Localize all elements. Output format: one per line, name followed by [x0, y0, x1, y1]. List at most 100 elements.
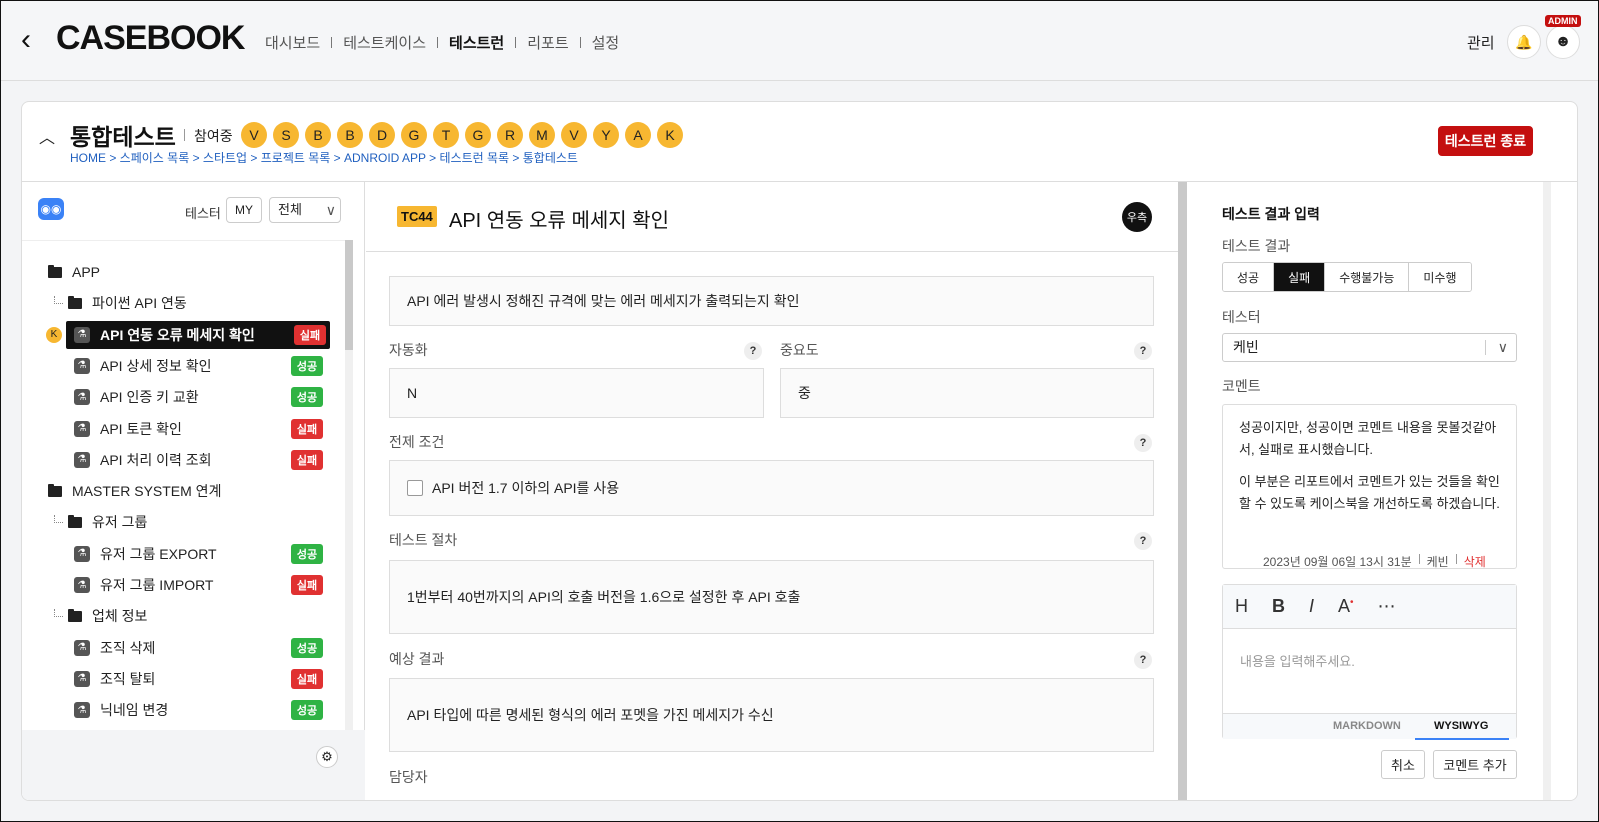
participant-avatar[interactable]: T: [433, 122, 459, 148]
participant-avatar[interactable]: V: [241, 122, 267, 148]
importance-label: 중요도: [780, 342, 819, 358]
chevron-up-icon[interactable]: ︿: [39, 124, 55, 148]
help-icon[interactable]: ?: [1134, 532, 1152, 550]
back-icon[interactable]: ‹: [21, 25, 43, 55]
status-badge: 성공: [291, 700, 323, 721]
meta-separator: [1418, 554, 1420, 564]
importance-value: 중: [780, 368, 1154, 418]
editor-placeholder[interactable]: 내용을 입력해주세요.: [1240, 651, 1355, 670]
bold-icon[interactable]: B: [1272, 596, 1285, 617]
bell-icon[interactable]: 🔔: [1507, 25, 1541, 59]
nav-reports[interactable]: 리포트: [527, 32, 568, 53]
tree-case[interactable]: ⚗ API 처리 이력 조회 실패: [66, 446, 327, 474]
participant-avatar[interactable]: A: [625, 122, 651, 148]
my-filter-button[interactable]: MY: [226, 197, 262, 223]
result-label: 테스트 결과: [1222, 238, 1291, 254]
result-option-untested[interactable]: 미수행: [1409, 263, 1471, 291]
flask-icon: ⚗: [74, 420, 90, 437]
heading-icon[interactable]: H: [1235, 596, 1248, 617]
result-option-pass[interactable]: 성공: [1223, 263, 1275, 291]
tree-label: API 처리 이력 조회: [100, 451, 212, 468]
participant-avatar[interactable]: Y: [593, 122, 619, 148]
tree-case[interactable]: ⚗ API 토큰 확인 실패: [66, 415, 327, 443]
participant-avatar[interactable]: M: [529, 122, 555, 148]
participant-avatar[interactable]: K: [657, 122, 683, 148]
tester-label: 테스터: [1222, 309, 1261, 325]
gear-icon[interactable]: ⚙: [316, 746, 338, 768]
help-icon[interactable]: ?: [744, 342, 762, 360]
result-option-fail[interactable]: 실패: [1274, 263, 1326, 291]
participant-avatar[interactable]: B: [337, 122, 363, 148]
text-color-icon[interactable]: A•: [1338, 596, 1354, 617]
flask-icon: ⚗: [74, 670, 90, 687]
logo[interactable]: CASEBOOK: [56, 19, 245, 58]
robot-icon[interactable]: ◉◉: [38, 198, 64, 220]
tree-case[interactable]: ⚗ API 연동 오류 메세지 확인 실패: [66, 320, 330, 349]
tree-folder[interactable]: 파이썬 API 연동: [54, 289, 327, 317]
detail-scrollbar[interactable]: [1178, 182, 1187, 800]
cancel-button[interactable]: 취소: [1381, 750, 1425, 779]
tree-connector: [54, 609, 63, 618]
chevron-down-icon: ∨: [325, 202, 336, 218]
participant-avatar[interactable]: V: [561, 122, 587, 148]
breadcrumb[interactable]: HOME > 스페이스 목록 > 스타트업 > 프로젝트 목록 > ADNROI…: [70, 149, 578, 166]
status-badge: 실패: [291, 418, 323, 439]
tree-label: API 인증 키 교환: [100, 389, 199, 406]
tree-case[interactable]: ⚗ 닉네임 변경 성공: [66, 696, 327, 724]
nav-testruns[interactable]: 테스트런: [449, 32, 504, 53]
nav-testcases[interactable]: 테스트케이스: [343, 32, 426, 53]
expected-value: API 타입에 따른 명세된 형식의 에러 포멧을 가진 메세지가 수신: [389, 678, 1154, 752]
tree-folder[interactable]: APP: [48, 258, 327, 286]
comment-item: 성공이지만, 성공이면 코멘트 내용을 못볼것같아서, 실패로 표시했습니다. …: [1222, 404, 1517, 569]
tree-case[interactable]: ⚗ API 인증 키 교환 성공: [66, 383, 327, 411]
result-scrollbar[interactable]: [1543, 182, 1551, 800]
tree-folder[interactable]: MASTER SYSTEM 연계: [48, 477, 327, 505]
result-option-blocked[interactable]: 수행불가능: [1325, 263, 1410, 291]
participant-avatar[interactable]: G: [401, 122, 427, 148]
admin-badge: ADMIN: [1545, 15, 1581, 27]
end-testrun-button[interactable]: 테스트런 종료: [1438, 126, 1533, 156]
nav-dashboard[interactable]: 대시보드: [265, 32, 320, 53]
tree-folder[interactable]: 업체 정보: [54, 602, 327, 630]
participant-avatar[interactable]: B: [305, 122, 331, 148]
manage-link[interactable]: 관리: [1467, 32, 1495, 53]
testcase-detail-panel: TC44 API 연동 오류 메세지 확인 우측 API 에러 발생시 정해진 …: [366, 182, 1187, 800]
precondition-item: API 버전 1.7 이하의 API를 사용: [432, 480, 620, 496]
help-icon[interactable]: ?: [1134, 342, 1152, 360]
tree-scrollbar[interactable]: [345, 240, 353, 730]
tab-markdown[interactable]: MARKDOWN: [1333, 720, 1401, 732]
nav-settings[interactable]: 설정: [592, 32, 620, 53]
tree-case[interactable]: ⚗ API 상세 정보 확인 성공: [66, 352, 327, 380]
italic-icon[interactable]: I: [1309, 596, 1314, 617]
test-result-panel: 테스트 결과 입력 테스트 결과 성공 실패 수행불가능 미수행 테스터 케빈 …: [1197, 182, 1577, 800]
tree-label: 업체 정보: [92, 608, 148, 625]
user-avatar-icon[interactable]: ☻: [1546, 25, 1580, 59]
tree-case[interactable]: ⚗ 조직 탈퇴 실패: [66, 665, 327, 693]
comment-label: 코멘트: [1222, 378, 1261, 394]
comment-delete-link[interactable]: 삭제: [1464, 551, 1486, 573]
tree-case[interactable]: ⚗ 유저 그룹 EXPORT 성공: [66, 540, 327, 568]
comment-date: 2023년 09월 06일 13시 31분: [1263, 555, 1412, 569]
scrollbar-thumb[interactable]: [345, 240, 353, 350]
help-icon[interactable]: ?: [1134, 651, 1152, 669]
tester-filter-select[interactable]: 전체 ∨: [269, 197, 341, 223]
status-badge: 실패: [291, 668, 323, 689]
help-icon[interactable]: ?: [1134, 434, 1152, 452]
status-badge: 실패: [291, 449, 323, 470]
participant-avatar[interactable]: D: [369, 122, 395, 148]
status-badge: 실패: [294, 324, 326, 345]
status-badge: 성공: [291, 637, 323, 658]
participant-avatar[interactable]: S: [273, 122, 299, 148]
tree-case[interactable]: ⚗ 조직 삭제 성공: [66, 634, 327, 662]
add-comment-button[interactable]: 코멘트 추가: [1433, 750, 1517, 779]
tree-folder[interactable]: 유저 그룹: [54, 508, 327, 536]
participant-avatar[interactable]: R: [497, 122, 523, 148]
flask-icon: ⚗: [74, 389, 90, 406]
more-icon[interactable]: ⋯: [1378, 596, 1396, 617]
precondition-checkbox[interactable]: [407, 480, 423, 496]
tree-case[interactable]: ⚗ 유저 그룹 IMPORT 실패: [66, 571, 327, 599]
testcase-tree: APP 파이썬 API 연동 ⚗ API 연동 오류 메세지 확인 실패 K ⚗ API 상세…: [22, 240, 345, 730]
participant-avatar[interactable]: G: [465, 122, 491, 148]
tester-select[interactable]: 케빈 ∨: [1222, 333, 1517, 362]
tab-wysiwyg[interactable]: WYSIWYG: [1434, 720, 1488, 732]
